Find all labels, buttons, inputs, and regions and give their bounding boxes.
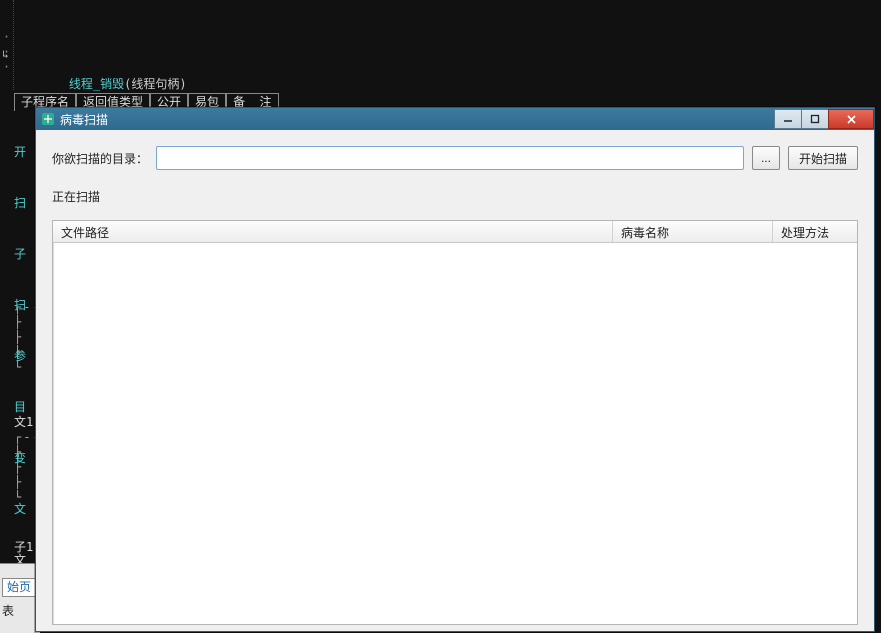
bottom-label: 表	[2, 604, 14, 619]
column-virusname[interactable]: 病毒名称	[613, 221, 773, 242]
code-token: 线程_销毁	[69, 77, 124, 91]
bottom-tab[interactable]: 始页	[2, 578, 36, 597]
app-icon	[40, 111, 56, 127]
browse-button[interactable]: ...	[752, 146, 780, 170]
maximize-button[interactable]	[801, 109, 829, 129]
minimize-button[interactable]	[774, 109, 802, 129]
dialog-titlebar[interactable]: 病毒扫描	[36, 108, 874, 130]
table-header: 文件路径 病毒名称 处理方法	[53, 221, 857, 243]
scan-status: 正在扫描	[52, 188, 858, 206]
directory-label: 你欲扫描的目录：	[52, 150, 148, 167]
dialog-title: 病毒扫描	[60, 111, 108, 128]
close-button[interactable]	[828, 109, 874, 129]
left-label: 子1	[14, 540, 33, 555]
window-buttons	[775, 109, 874, 129]
bottom-panel	[0, 563, 40, 633]
virus-scan-dialog: 病毒扫描 你欲扫描的目录： ... 开始扫描 正在扫描 文件路径 病毒名称 处理…	[35, 107, 875, 632]
left-label: 文1	[14, 415, 33, 430]
directory-row: 你欲扫描的目录： ... 开始扫描	[52, 144, 858, 172]
results-table[interactable]: 文件路径 病毒名称 处理方法	[52, 220, 858, 625]
column-filepath[interactable]: 文件路径	[53, 221, 613, 242]
code-gutter: ···	[0, 0, 14, 90]
directory-input[interactable]	[156, 146, 744, 170]
code-token: (线程句柄)	[124, 77, 186, 91]
column-action[interactable]: 处理方法	[773, 221, 857, 242]
arrow-icon: ↳	[2, 47, 9, 62]
dialog-body: 你欲扫描的目录： ... 开始扫描 正在扫描 文件路径 病毒名称 处理方法	[36, 130, 874, 631]
start-scan-button[interactable]: 开始扫描	[788, 146, 858, 170]
